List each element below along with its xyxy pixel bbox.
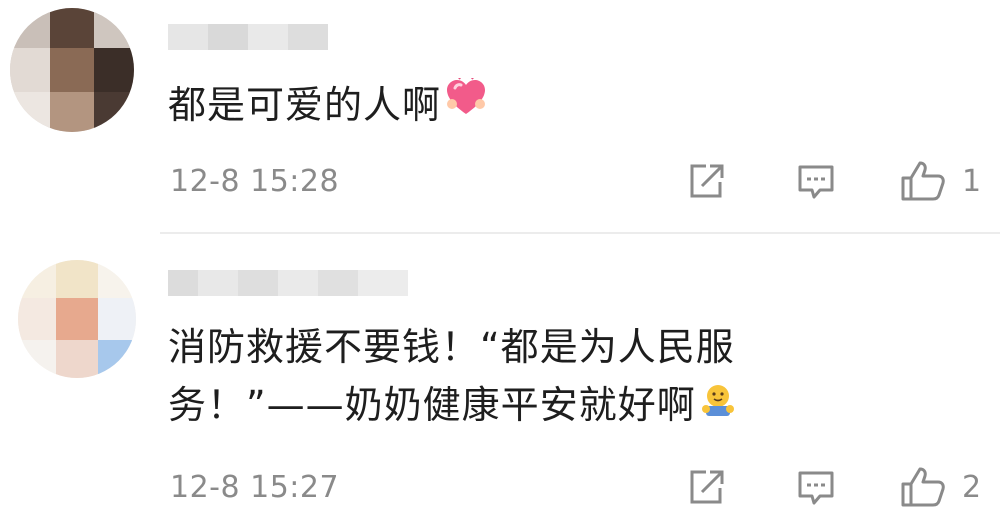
reply-icon [798,471,834,505]
share-button[interactable] [686,468,726,508]
like-count: 2 [962,470,982,505]
heart-emoji [445,73,487,134]
comment-timestamp: 12-8 15:27 [170,470,340,505]
avatar[interactable] [10,8,134,132]
comment-text: 消防救援不要钱！“都是为人民服 务！”——奶奶健康平安就好啊 [168,318,736,434]
comment-timestamp: 12-8 15:28 [170,164,340,199]
reply-icon [798,165,834,199]
share-icon [690,470,724,504]
share-icon [690,164,724,198]
reply-button[interactable] [796,468,836,508]
comment-item: 消防救援不要钱！“都是为人民服 务！”——奶奶健康平安就好啊 12-8 15:2… [0,234,1000,528]
thumbs-up-icon [901,161,945,201]
comment-item: 都是可爱的人啊 12-8 15:28 1 [0,0,1000,232]
avatar[interactable] [18,260,136,378]
like-button[interactable] [900,466,946,508]
like-count: 1 [962,164,982,199]
hug-emoji [700,376,736,434]
comment-text: 都是可爱的人啊 [168,73,487,134]
share-button[interactable] [686,162,726,202]
like-button[interactable] [900,160,946,202]
reply-button[interactable] [796,162,836,202]
username-blurred[interactable] [168,270,408,296]
thumbs-up-icon [901,467,945,507]
username-blurred[interactable] [168,24,328,50]
